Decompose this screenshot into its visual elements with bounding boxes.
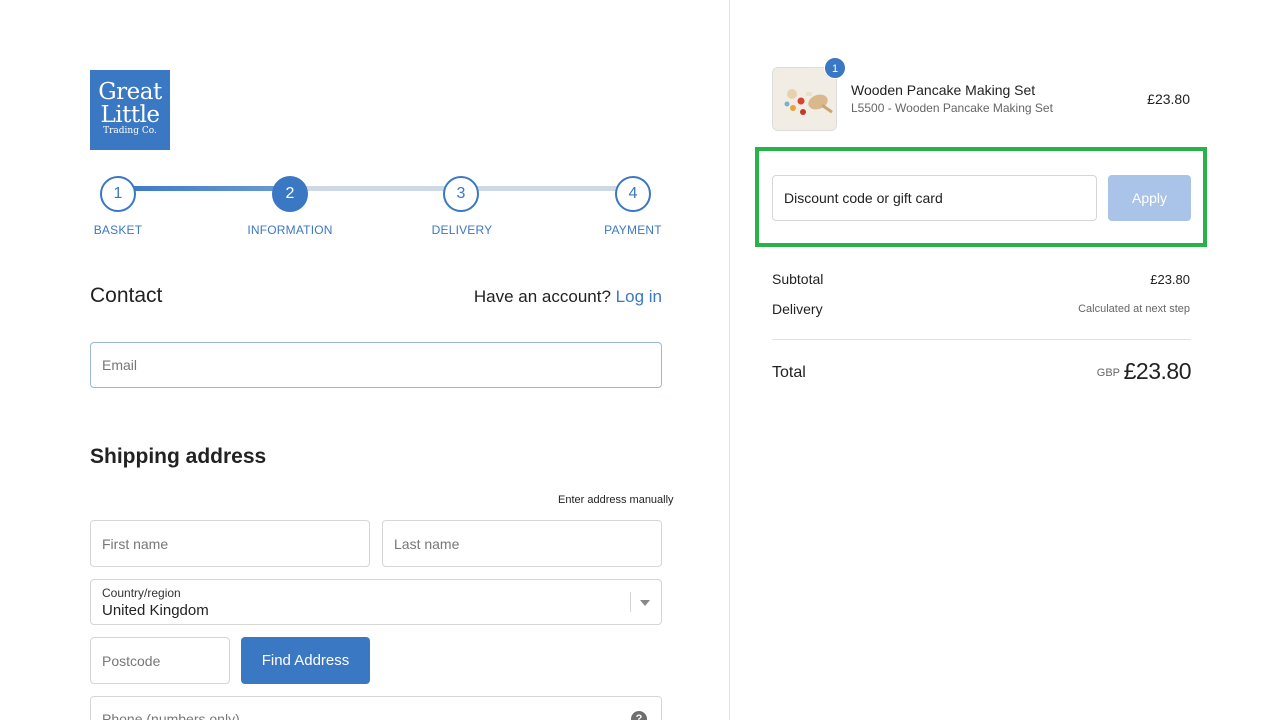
checkout-main: Great Little Trading Co. 1 2 3 4 BASKET … <box>0 0 729 720</box>
currency-code: GBP <box>1096 367 1120 379</box>
summary-divider <box>772 339 1191 340</box>
chevron-down-icon <box>640 600 650 606</box>
account-prompt-text: Have an account? <box>473 287 611 306</box>
last-name-input[interactable] <box>382 520 662 567</box>
help-icon[interactable]: ? <box>631 711 647 720</box>
find-address-button[interactable]: Find Address <box>241 637 370 684</box>
pancake-set-image <box>773 68 836 130</box>
select-separator <box>630 592 631 612</box>
step-1-circle[interactable]: 1 <box>100 176 136 212</box>
enter-address-manually-link[interactable]: Enter address manually <box>558 494 674 506</box>
column-divider <box>729 0 730 720</box>
step-3-circle: 3 <box>443 176 479 212</box>
country-select[interactable]: Country/region United Kingdom <box>90 579 662 625</box>
brand-logo[interactable]: Great Little Trading Co. <box>90 70 170 150</box>
phone-field[interactable]: Phone (numbers only) ? <box>90 696 662 720</box>
product-name: Wooden Pancake Making Set <box>851 82 1036 98</box>
step-2-circle: 2 <box>272 176 308 212</box>
apply-discount-button[interactable]: Apply <box>1108 175 1191 221</box>
step-2-label: INFORMATION <box>247 223 333 237</box>
product-sku: L5500 - Wooden Pancake Making Set <box>851 101 1053 115</box>
country-label: Country/region <box>102 586 181 600</box>
account-prompt: Have an account? Log in <box>474 287 662 307</box>
login-link[interactable]: Log in <box>616 287 662 306</box>
discount-code-input[interactable] <box>772 175 1097 221</box>
shipping-heading: Shipping address <box>90 445 267 468</box>
email-input[interactable] <box>90 342 662 388</box>
subtotal-label: Subtotal <box>772 271 824 287</box>
step-4-label: PAYMENT <box>604 223 662 237</box>
total-label: Total <box>772 364 806 381</box>
step-3-label: DELIVERY <box>431 223 493 237</box>
logo-line-2: Little <box>100 102 160 128</box>
delivery-label: Delivery <box>772 301 823 317</box>
logo-line-1: Great <box>98 79 162 105</box>
quantity-badge: 1 <box>824 57 846 79</box>
step-4-circle: 4 <box>615 176 651 212</box>
subtotal-value: £23.80 <box>1150 272 1190 287</box>
logo-line-3: Trading Co. <box>103 126 157 136</box>
delivery-value: Calculated at next step <box>1078 303 1190 315</box>
contact-heading: Contact <box>90 284 163 307</box>
country-value: United Kingdom <box>102 602 209 619</box>
progress-track-complete <box>118 186 290 191</box>
postcode-input[interactable] <box>90 637 230 684</box>
phone-placeholder: Phone (numbers only) <box>102 711 240 720</box>
step-1-label[interactable]: BASKET <box>58 223 178 237</box>
first-name-input[interactable] <box>90 520 370 567</box>
total-value: £23.80 <box>1123 358 1192 384</box>
product-price: £23.80 <box>1147 91 1190 107</box>
